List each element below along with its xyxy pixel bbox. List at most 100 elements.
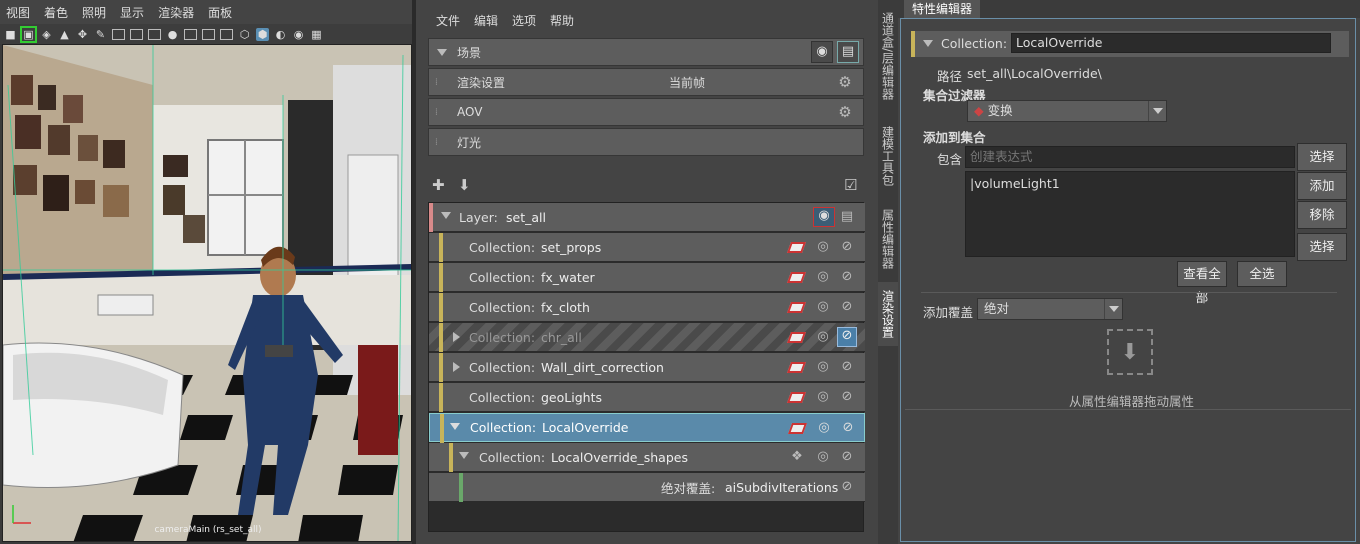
select-members-button[interactable]: 选择 <box>1297 233 1347 261</box>
lights-row[interactable]: ⁞ 灯光 <box>428 128 864 156</box>
expand-arrow-icon[interactable] <box>437 49 447 56</box>
import-icon[interactable]: ⬇ <box>458 176 471 194</box>
tab-render-settings[interactable]: 渲染设置 <box>878 282 898 346</box>
collection-row-disabled[interactable]: Collection: chr_all ◎ ⊘ <box>429 323 865 352</box>
viewport-panel[interactable]: 视图 着色 照明 显示 渲染器 面板 ■ ▣ ◈ ▲ ✥ ✎ ● ⬡ ⬢ ◐ ◉… <box>0 0 412 544</box>
aov-row[interactable]: ⁞ AOV ⚙ <box>428 98 864 126</box>
camera-attributes-icon[interactable]: ▣ <box>20 25 37 43</box>
override-icon[interactable] <box>786 302 807 313</box>
isolate-icon[interactable]: ◎ <box>815 389 831 405</box>
wireframe-icon[interactable]: ⬡ <box>238 28 251 41</box>
menu-show[interactable]: 显示 <box>120 4 144 21</box>
drop-target-icon[interactable]: ⬇ <box>1107 329 1153 375</box>
tab-channel-box[interactable]: 通道盒/层编辑器 <box>878 6 898 106</box>
remove-button[interactable]: 移除 <box>1297 201 1347 229</box>
render-settings-row[interactable]: ⁞ 渲染设置 当前帧 ⚙ <box>428 68 864 96</box>
collection-row[interactable]: Collection: fx_water ◎ ⊘ <box>429 263 865 292</box>
menu-view[interactable]: 视图 <box>6 4 30 21</box>
disable-icon[interactable]: ⊘ <box>839 449 855 465</box>
create-layer-icon[interactable]: ✚ <box>432 176 445 194</box>
smooth-shade-icon[interactable]: ⬢ <box>256 27 269 41</box>
collection-row[interactable]: Collection: geoLights ◎ ⊘ <box>429 383 865 412</box>
menu-renderer[interactable]: 渲染器 <box>158 4 194 21</box>
collection-row[interactable]: Collection: fx_cloth ◎ ⊘ <box>429 293 865 322</box>
eye-icon[interactable]: ◉ <box>811 41 833 63</box>
list-item[interactable]: |volumeLight1 <box>970 176 1060 191</box>
textured-icon[interactable]: ▦ <box>310 28 323 41</box>
collection-row-selected[interactable]: Collection: LocalOverride ◎ ⊘ <box>429 413 865 443</box>
members-list[interactable]: |volumeLight1 <box>965 171 1295 257</box>
lighting-icon[interactable]: ◐ <box>274 28 287 41</box>
bookmark-icon[interactable]: ◈ <box>40 28 53 41</box>
property-editor-tab[interactable]: 特性编辑器 <box>904 0 981 18</box>
layer-row[interactable]: Layer: set_all ◉ ▤ <box>429 203 865 232</box>
camera-icon[interactable]: ■ <box>4 28 17 41</box>
override-icon[interactable] <box>786 272 807 283</box>
gear-icon[interactable]: ⚙ <box>837 104 853 120</box>
drag-handle-icon[interactable]: ⁞ <box>429 99 443 125</box>
isolate-icon[interactable]: ◎ <box>815 329 831 345</box>
safe-title-icon[interactable] <box>220 28 233 40</box>
scene-row[interactable]: 场景 ◉ ▤ <box>428 38 864 66</box>
expand-arrow-icon[interactable] <box>459 452 469 459</box>
shadows-icon[interactable]: ◉ <box>292 28 305 41</box>
override-icon[interactable] <box>786 362 807 373</box>
expand-arrow-icon[interactable] <box>453 362 460 372</box>
grid-icon[interactable] <box>112 28 125 40</box>
menu-help[interactable]: 帮助 <box>550 12 574 29</box>
expand-arrow-icon[interactable] <box>453 332 460 342</box>
disable-icon[interactable]: ⊘ <box>837 327 857 347</box>
view-all-button[interactable]: 查看全部 <box>1177 261 1227 305</box>
disable-icon[interactable]: ⊘ <box>839 299 855 315</box>
isolate-icon[interactable]: ◎ <box>815 299 831 315</box>
collection-filter-dropdown[interactable]: ◆ 变换 <box>967 100 1167 122</box>
grease-pencil-icon[interactable]: ✎ <box>94 28 107 41</box>
disable-icon[interactable]: ⊘ <box>839 239 855 255</box>
tab-modeling-toolkit[interactable]: 建模工具包 <box>878 118 898 194</box>
expand-arrow-icon[interactable] <box>450 423 460 430</box>
drag-handle-icon[interactable]: ⁞ <box>429 69 443 95</box>
add-button[interactable]: 添加 <box>1297 172 1347 200</box>
drag-handle-icon[interactable]: ⁞ <box>429 129 443 155</box>
resolution-gate-icon[interactable] <box>148 28 161 40</box>
viewport-scene-image[interactable]: cameraMain (rs_set_all) <box>2 44 412 542</box>
batch-render-icon[interactable]: ☑ <box>844 176 857 194</box>
gear-icon[interactable]: ⚙ <box>837 74 853 90</box>
render-icon[interactable]: ▤ <box>837 41 859 63</box>
select-button[interactable]: 选择 <box>1297 143 1347 171</box>
override-row[interactable]: 绝对覆盖: aiSubdivIterations ⊘ <box>429 473 865 502</box>
eye-icon[interactable]: ◉ <box>813 207 835 227</box>
collection-name-field[interactable]: LocalOverride <box>1011 33 1331 53</box>
field-chart-icon[interactable] <box>184 28 197 40</box>
override-icon[interactable] <box>786 392 807 403</box>
override-icon[interactable] <box>786 242 807 253</box>
expand-arrow-icon[interactable] <box>441 212 451 219</box>
disable-icon[interactable]: ⊘ <box>839 269 855 285</box>
override-icon[interactable] <box>787 423 808 434</box>
isolate-icon[interactable]: ◎ <box>816 420 832 436</box>
disable-icon[interactable]: ⊘ <box>839 389 855 405</box>
collapse-arrow-icon[interactable] <box>923 40 933 47</box>
safe-action-icon[interactable] <box>202 28 215 40</box>
isolate-icon[interactable]: ◎ <box>815 269 831 285</box>
render-icon[interactable]: ▤ <box>839 209 855 225</box>
override-icon[interactable] <box>786 332 807 343</box>
isolate-icon[interactable]: ◎ <box>815 449 831 465</box>
two-d-pan-icon[interactable]: ✥ <box>76 28 89 41</box>
menu-panels[interactable]: 面板 <box>208 4 232 21</box>
isolate-icon[interactable]: ◎ <box>815 359 831 375</box>
isolate-icon[interactable]: ◎ <box>815 239 831 255</box>
gate-mask-icon[interactable]: ● <box>166 28 179 41</box>
menu-shading[interactable]: 着色 <box>44 4 68 21</box>
disable-icon[interactable]: ⊘ <box>840 420 856 436</box>
menu-lighting[interactable]: 照明 <box>82 4 106 21</box>
disable-icon[interactable]: ⊘ <box>839 359 855 375</box>
shapes-icon[interactable]: ❖ <box>789 449 805 465</box>
film-gate-icon[interactable] <box>130 28 143 40</box>
menu-edit[interactable]: 编辑 <box>474 12 498 29</box>
collection-row[interactable]: Collection: LocalOverride_shapes ❖ ◎ ⊘ <box>429 443 865 472</box>
collection-row[interactable]: Collection: set_props ◎ ⊘ <box>429 233 865 262</box>
override-type-dropdown[interactable]: 绝对 <box>977 298 1123 320</box>
disable-icon[interactable]: ⊘ <box>839 479 855 495</box>
tab-attribute-editor[interactable]: 属性编辑器 <box>878 204 898 274</box>
